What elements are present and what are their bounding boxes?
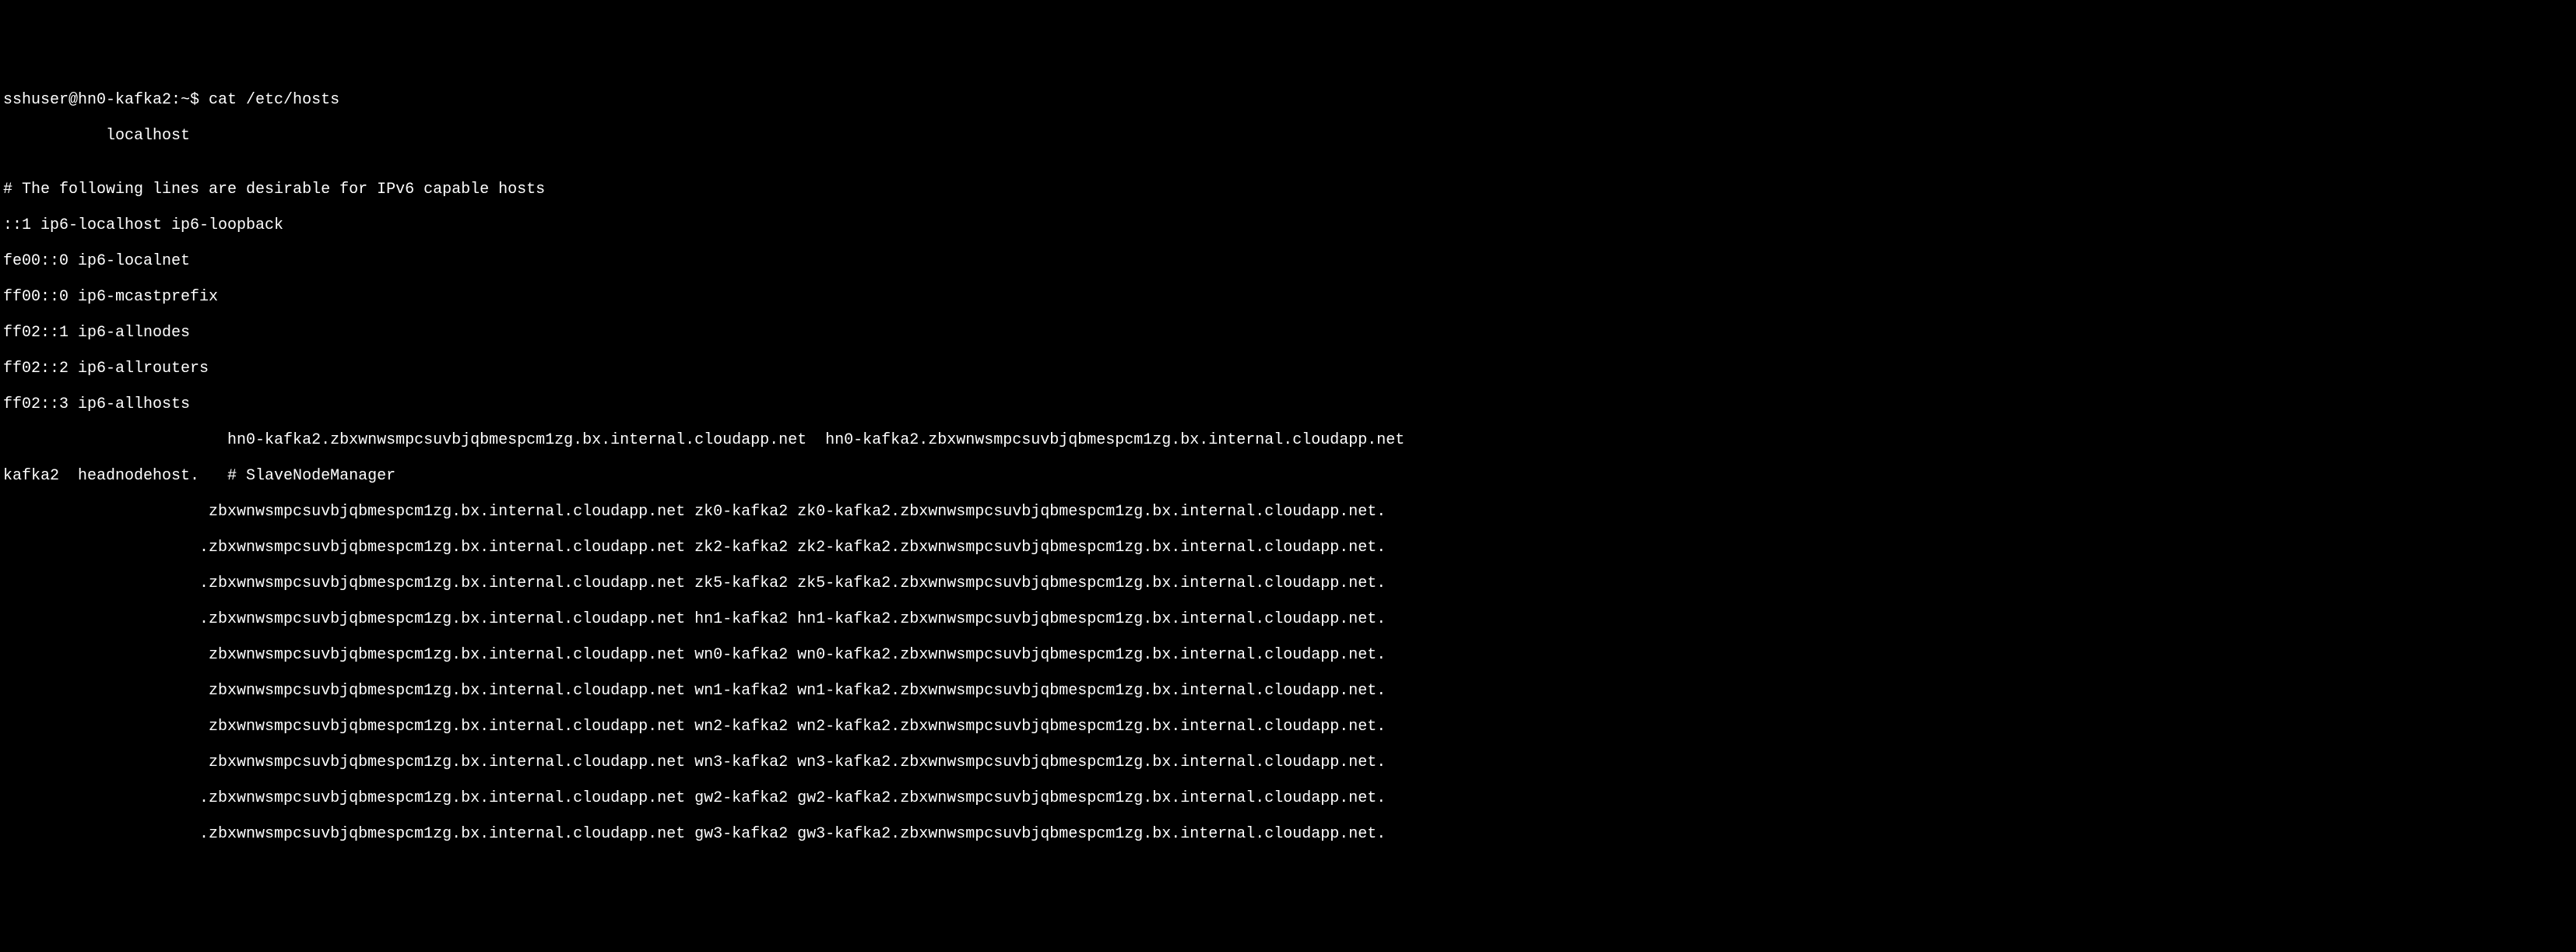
ipv6-entry-6: ff02::3 ip6-allhosts <box>3 395 2573 413</box>
ipv6-entry-4: ff02::1 ip6-allnodes <box>3 324 2573 342</box>
host-entry-zk5: .zbxwnwsmpcsuvbjqbmespcm1zg.bx.internal.… <box>3 574 2573 592</box>
ipv6-entry-3: ff00::0 ip6-mcastprefix <box>3 288 2573 306</box>
host-entry-hn0: hn0-kafka2.zbxwnwsmpcsuvbjqbmespcm1zg.bx… <box>3 431 2573 449</box>
ipv6-entry-5: ff02::2 ip6-allrouters <box>3 360 2573 378</box>
ipv6-comment: # The following lines are desirable for … <box>3 181 2573 198</box>
host-entry-headnode: kafka2 headnodehost. # SlaveNodeManager <box>3 467 2573 485</box>
host-entry-wn3: zbxwnwsmpcsuvbjqbmespcm1zg.bx.internal.c… <box>3 754 2573 771</box>
host-entry-wn1: zbxwnwsmpcsuvbjqbmespcm1zg.bx.internal.c… <box>3 682 2573 700</box>
host-entry-hn1: .zbxwnwsmpcsuvbjqbmespcm1zg.bx.internal.… <box>3 610 2573 628</box>
ipv6-entry-2: fe00::0 ip6-localnet <box>3 252 2573 270</box>
host-entry-wn0: zbxwnwsmpcsuvbjqbmespcm1zg.bx.internal.c… <box>3 646 2573 664</box>
host-entry-zk0: zbxwnwsmpcsuvbjqbmespcm1zg.bx.internal.c… <box>3 503 2573 521</box>
prompt-line: sshuser@hn0-kafka2:~$ cat /etc/hosts <box>3 91 2573 109</box>
ipv6-entry-1: ::1 ip6-localhost ip6-loopback <box>3 216 2573 234</box>
localhost-line: localhost <box>3 127 2573 145</box>
host-entry-wn2: zbxwnwsmpcsuvbjqbmespcm1zg.bx.internal.c… <box>3 718 2573 736</box>
host-entry-gw2: .zbxwnwsmpcsuvbjqbmespcm1zg.bx.internal.… <box>3 789 2573 807</box>
terminal-output[interactable]: sshuser@hn0-kafka2:~$ cat /etc/hosts loc… <box>0 72 2576 862</box>
host-entry-gw3: .zbxwnwsmpcsuvbjqbmespcm1zg.bx.internal.… <box>3 825 2573 843</box>
host-entry-zk2: .zbxwnwsmpcsuvbjqbmespcm1zg.bx.internal.… <box>3 539 2573 557</box>
